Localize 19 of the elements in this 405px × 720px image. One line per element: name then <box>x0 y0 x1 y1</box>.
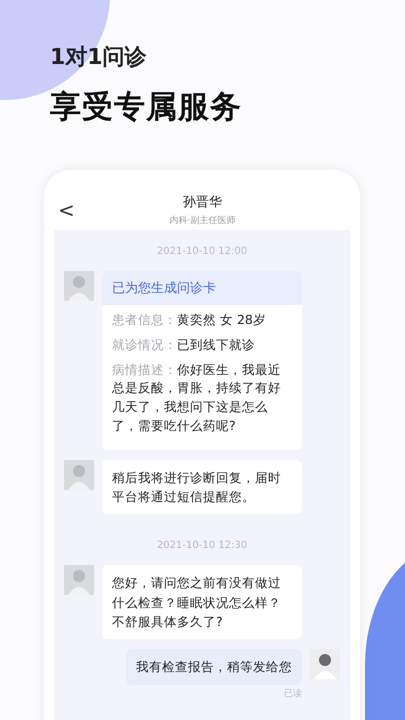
avatar-icon <box>310 649 340 680</box>
back-button[interactable]: < <box>54 198 79 222</box>
read-status: 已读 <box>284 688 302 700</box>
message-bubble: 稍后我将进行诊断回复，届时平台将通过短信提醒您。 <box>102 460 302 514</box>
message-bubble: 我有检查报告，稍等发给您 <box>126 649 302 685</box>
avatar-icon <box>64 271 94 301</box>
headline-title: 享受专属服务 <box>50 88 243 127</box>
message-time: 2021-10-10 12:30 <box>156 540 248 552</box>
message-time: 2021-10-10 12:00 <box>156 246 248 257</box>
message-bubble: 您好，请问您之前有没有做过什么检查？睡眠状况怎么样？不舒服具体多久了? <box>102 565 302 640</box>
avatar-icon <box>64 460 94 490</box>
doctor-department: 内科·副主任医师 <box>169 214 236 227</box>
headline-subtitle: 1对1问诊 <box>50 44 148 72</box>
card-field: 就诊情况：已到线下就诊 <box>112 336 292 354</box>
doctor-name: 孙晋华 <box>182 194 222 211</box>
card-title: 已为您生成问诊卡 <box>102 271 302 305</box>
avatar-icon <box>64 565 94 596</box>
card-field: 患者信息：黄奕然 女 28岁 <box>112 311 292 330</box>
card-field: 病情描述：你好医生，我最近总是反酸，胃胀，持续了有好几天了，我想问下这是怎么了，需要吃什么药呢? <box>112 360 292 436</box>
